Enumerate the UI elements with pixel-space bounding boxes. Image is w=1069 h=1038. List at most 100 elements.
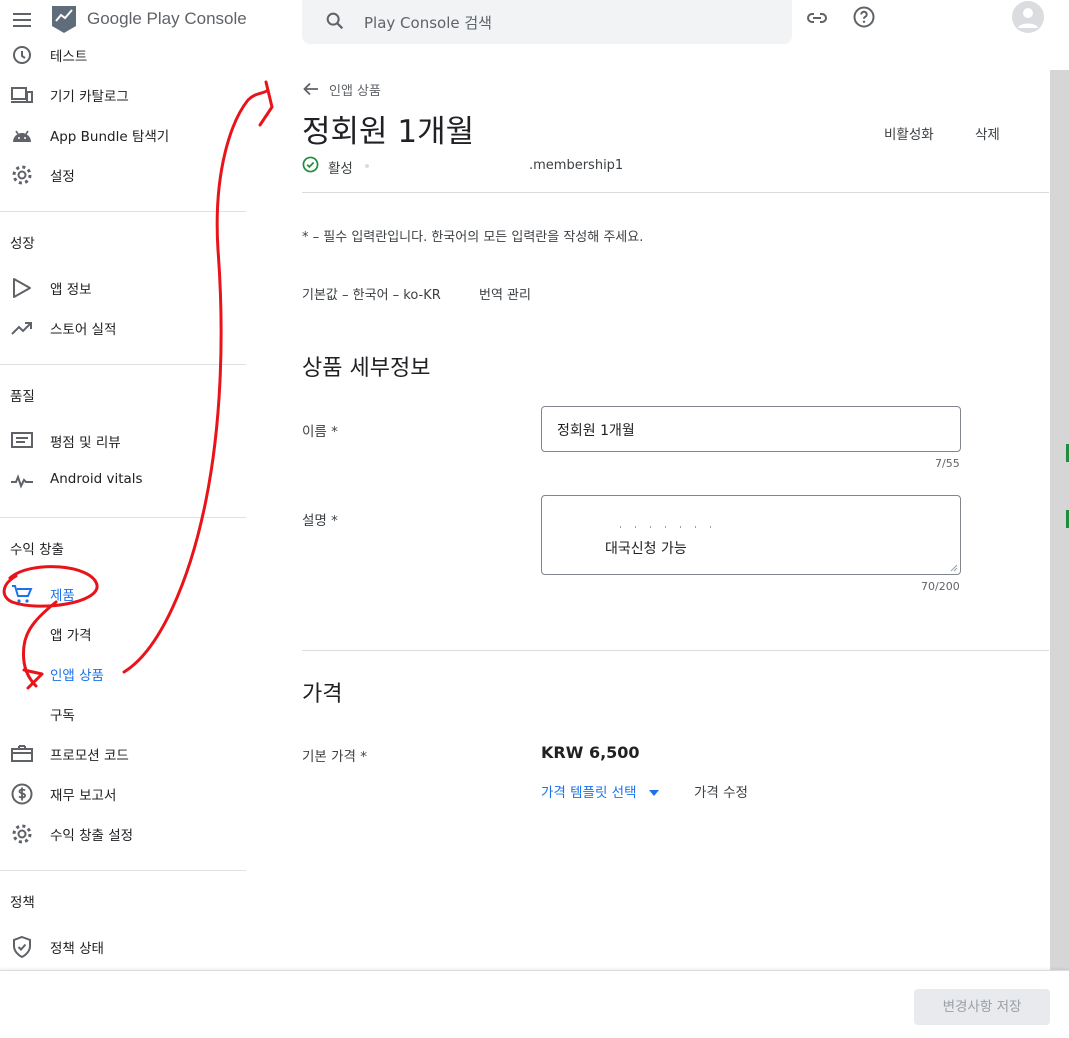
test-icon — [10, 44, 34, 67]
dollar-icon — [10, 782, 34, 806]
header-divider — [302, 192, 1049, 193]
sidebar-item-label: 앱 정보 — [50, 282, 92, 298]
help-icon[interactable] — [852, 5, 876, 29]
resize-handle-icon[interactable] — [949, 563, 958, 572]
check-circle-icon — [302, 156, 319, 173]
base-price-label: 기본 가격 * — [302, 749, 368, 765]
sidebar-item-in-app-products[interactable]: 인앱 상품 — [0, 653, 246, 693]
name-input[interactable]: 정회원 1개월 — [541, 406, 961, 452]
status-separator-dot — [365, 164, 369, 168]
sidebar: 테스트 기기 카탈로그 App Bundle 탐색기 설정 성장 앱 정보 스토… — [0, 44, 246, 1038]
gear-icon — [10, 163, 34, 187]
sidebar-item-label: 앱 가격 — [50, 628, 92, 644]
required-note: * – 필수 입력란입니다. 한국어의 모든 입력란을 작성해 주세요. — [302, 230, 644, 245]
sidebar-divider — [0, 211, 246, 212]
sidebar-item-policy-status[interactable]: 정책 상태 — [0, 926, 246, 966]
sidebar-item-label: 정책 상태 — [50, 941, 104, 957]
page-title: 정회원 1개월 — [302, 114, 475, 150]
edit-price-button[interactable]: 가격 수정 — [694, 781, 748, 801]
sidebar-item-label: 재무 보고서 — [50, 788, 117, 804]
status-badge: 활성 — [328, 161, 353, 177]
sidebar-item-promo-codes[interactable]: 프로모션 코드 — [0, 733, 246, 773]
sidebar-item-label: App Bundle 탐색기 — [50, 129, 170, 145]
shield-icon — [10, 935, 34, 959]
base-price-value: KRW 6,500 — [541, 743, 640, 762]
play-icon — [10, 276, 34, 300]
name-char-count: 7/55 — [935, 457, 960, 470]
back-link[interactable]: 인앱 상품 — [329, 80, 381, 99]
main-content: 인앱 상품 정회원 1개월 비활성화 삭제 활성 .membership1 * … — [246, 44, 1050, 970]
trending-icon — [10, 316, 34, 340]
price-template-label: 가격 템플릿 선택 — [541, 785, 637, 801]
section-title-quality: 품질 — [10, 389, 35, 405]
sidebar-item-label: 구독 — [50, 708, 75, 724]
dropdown-arrow-icon — [648, 790, 659, 796]
section-divider — [302, 650, 1049, 651]
back-arrow-icon[interactable] — [302, 80, 320, 98]
sidebar-item-label: 평점 및 리뷰 — [50, 435, 121, 451]
sidebar-item-settings[interactable]: 설정 — [0, 154, 246, 194]
bottom-action-bar: 변경사항 저장 — [0, 970, 1069, 1038]
menu-icon[interactable] — [10, 8, 34, 32]
sidebar-item-ratings-reviews[interactable]: 평점 및 리뷰 — [0, 420, 246, 460]
link-icon[interactable] — [805, 6, 829, 30]
section-title-policy: 정책 — [10, 895, 35, 911]
sidebar-item-app-info[interactable]: 앱 정보 — [0, 267, 246, 307]
reviews-icon — [10, 429, 34, 453]
sidebar-item-label: 수익 창출 설정 — [50, 828, 134, 844]
app-logo-text[interactable]: Google Play Console — [87, 9, 247, 29]
promo-icon — [10, 742, 34, 766]
sidebar-item-subscriptions[interactable]: 구독 — [0, 693, 246, 733]
product-id: .membership1 — [529, 158, 624, 173]
delete-button[interactable]: 삭제 — [975, 123, 1000, 143]
description-textarea[interactable]: 대국신청 가능 — [541, 495, 961, 575]
price-template-dropdown[interactable]: 가격 템플릿 선택 — [541, 781, 659, 801]
manage-translations-button[interactable]: 번역 관리 — [479, 284, 531, 303]
name-label: 이름 * — [302, 424, 338, 440]
description-label: 설명 * — [302, 513, 338, 529]
sidebar-item-android-vitals[interactable]: Android vitals — [0, 460, 246, 500]
sidebar-item-label: 프로모션 코드 — [50, 748, 129, 764]
account-avatar[interactable] — [1012, 1, 1044, 33]
section-title-growth: 성장 — [10, 236, 35, 252]
sidebar-item-label: 제품 — [50, 588, 75, 604]
sidebar-item-label: 기기 카탈로그 — [50, 89, 129, 105]
sidebar-divider — [0, 517, 246, 518]
price-heading: 가격 — [302, 682, 343, 707]
product-details-heading: 상품 세부정보 — [302, 356, 431, 381]
sidebar-item-device-catalog[interactable]: 기기 카탈로그 — [0, 74, 246, 114]
sidebar-item-label: 테스트 — [50, 49, 88, 65]
name-input-value: 정회원 1개월 — [557, 423, 635, 439]
sidebar-divider — [0, 870, 246, 871]
sidebar-item-financial-reports[interactable]: 재무 보고서 — [0, 773, 246, 813]
description-value: 대국신청 가능 — [605, 541, 687, 557]
section-title-monetize: 수익 창출 — [10, 542, 64, 558]
sidebar-item-label: 설정 — [50, 169, 75, 185]
android-icon — [10, 123, 34, 147]
search-icon — [324, 10, 346, 32]
sidebar-item-products[interactable]: 제품 — [0, 573, 246, 613]
sidebar-item-label: 인앱 상품 — [50, 668, 104, 684]
cart-icon — [10, 582, 34, 606]
search-bar[interactable]: Play Console 검색 — [302, 0, 792, 44]
sidebar-item-label: 스토어 실적 — [50, 322, 117, 338]
description-char-count: 70/200 — [921, 580, 960, 593]
sidebar-divider — [0, 364, 246, 365]
scrollbar[interactable] — [1050, 70, 1069, 970]
obscured-text-marks — [620, 526, 720, 528]
sidebar-item-app-bundle-explorer[interactable]: App Bundle 탐색기 — [0, 114, 246, 154]
vitals-icon — [10, 469, 34, 493]
sidebar-item-test[interactable]: 테스트 — [0, 44, 246, 74]
save-changes-button[interactable]: 변경사항 저장 — [914, 989, 1050, 1025]
sidebar-item-store-performance[interactable]: 스토어 실적 — [0, 307, 246, 347]
sidebar-item-label: Android vitals — [50, 471, 143, 487]
deactivate-button[interactable]: 비활성화 — [884, 123, 934, 143]
sidebar-item-app-pricing[interactable]: 앱 가격 — [0, 613, 246, 653]
default-language: 기본값 – 한국어 – ko-KR — [302, 288, 441, 303]
sidebar-item-monetization-settings[interactable]: 수익 창출 설정 — [0, 813, 246, 853]
top-bar: Google Play Console Play Console 검색 — [0, 0, 1069, 44]
search-placeholder: Play Console 검색 — [364, 14, 492, 32]
devices-icon — [10, 83, 34, 107]
play-console-logo-icon — [50, 4, 78, 34]
gear-icon — [10, 822, 34, 846]
